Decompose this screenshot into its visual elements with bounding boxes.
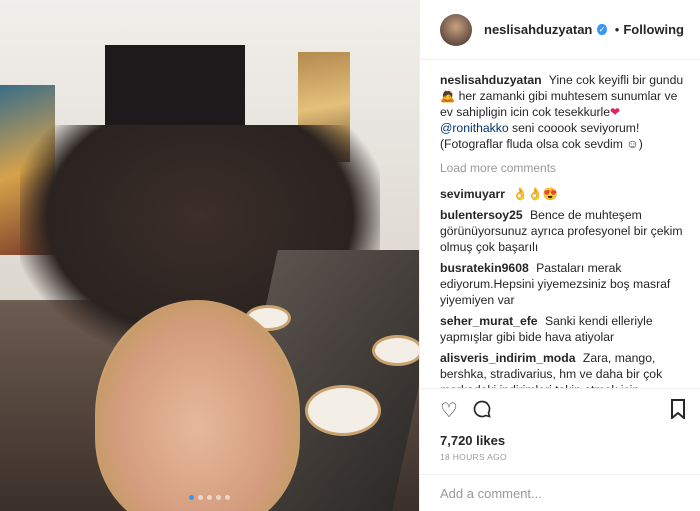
bookmark-svg xyxy=(671,399,685,421)
comment-username[interactable]: bulentersoy25 xyxy=(440,208,523,222)
carousel-indicator xyxy=(0,487,419,505)
comment-username[interactable]: sevimuyarr xyxy=(440,187,505,201)
comment-bubble-svg xyxy=(473,400,491,418)
carousel-dot xyxy=(225,495,230,500)
comment-username[interactable]: alisveris_indirim_moda xyxy=(440,351,575,365)
comment-username[interactable]: busratekin9608 xyxy=(440,261,529,275)
heart-icon[interactable]: ♡ xyxy=(440,401,458,421)
comment-item: bulentersoy25 Bence de muhteşem görünüyo… xyxy=(440,207,684,255)
post-caption: neslisahduzyatan Yine cok keyifli bir gu… xyxy=(440,72,684,152)
comment-item: sevimuyarr 👌👌😍 xyxy=(440,186,684,202)
photo-plate xyxy=(372,335,419,366)
carousel-dot-active xyxy=(189,495,194,500)
header-separator: • xyxy=(614,22,620,37)
following-button[interactable]: Following xyxy=(623,22,684,37)
comment-text: 👌👌😍 xyxy=(512,187,558,201)
caption-username[interactable]: neslisahduzyatan xyxy=(440,73,542,87)
post-timestamp: 18 HOURS AGO xyxy=(440,452,507,462)
post-photo[interactable] xyxy=(0,0,419,511)
comments-section: neslisahduzyatan Yine cok keyifli bir gu… xyxy=(420,60,700,388)
instagram-post: neslisahduzyatan ✓ • Following neslisahd… xyxy=(0,0,700,511)
person-emoji-icon: 🙇 xyxy=(440,89,456,103)
caption-text-end: ) xyxy=(638,137,643,151)
post-sidebar: neslisahduzyatan ✓ • Following neslisahd… xyxy=(419,0,700,511)
comment-item: alisveris_indirim_moda Zara, mango, bers… xyxy=(440,350,684,388)
comment-item: busratekin9608 Pastaları merak ediyorum.… xyxy=(440,260,684,308)
carousel-dot xyxy=(207,495,212,500)
comment-username[interactable]: seher_murat_efe xyxy=(440,314,538,328)
header-username[interactable]: neslisahduzyatan xyxy=(484,22,592,37)
add-comment-input[interactable]: Add a comment... xyxy=(420,474,700,511)
action-bar: ♡ xyxy=(420,388,700,433)
heart-emoji-icon: ❤ xyxy=(610,105,621,119)
caption-text-1: Yine cok keyifli bir gundu xyxy=(548,73,684,87)
verified-badge-icon: ✓ xyxy=(597,24,607,35)
avatar[interactable] xyxy=(440,13,472,46)
smile-emoji-icon: ☺ xyxy=(626,137,639,151)
carousel-dot xyxy=(198,495,203,500)
post-header: neslisahduzyatan ✓ • Following xyxy=(420,0,700,60)
caption-mention[interactable]: @ronithakko xyxy=(440,121,509,135)
load-more-comments-button[interactable]: Load more comments xyxy=(440,160,684,176)
comment-bubble-icon[interactable] xyxy=(472,399,492,423)
photo-plate xyxy=(305,385,381,436)
bookmark-icon[interactable] xyxy=(670,399,686,423)
carousel-dot xyxy=(216,495,221,500)
likes-count[interactable]: 7,720 likes xyxy=(420,433,700,448)
caption-text-2: her zamanki gibi muhtesem sunumlar ve ev… xyxy=(440,89,678,119)
comment-item: seher_murat_efe Sanki kendi elleriyle ya… xyxy=(440,313,684,345)
